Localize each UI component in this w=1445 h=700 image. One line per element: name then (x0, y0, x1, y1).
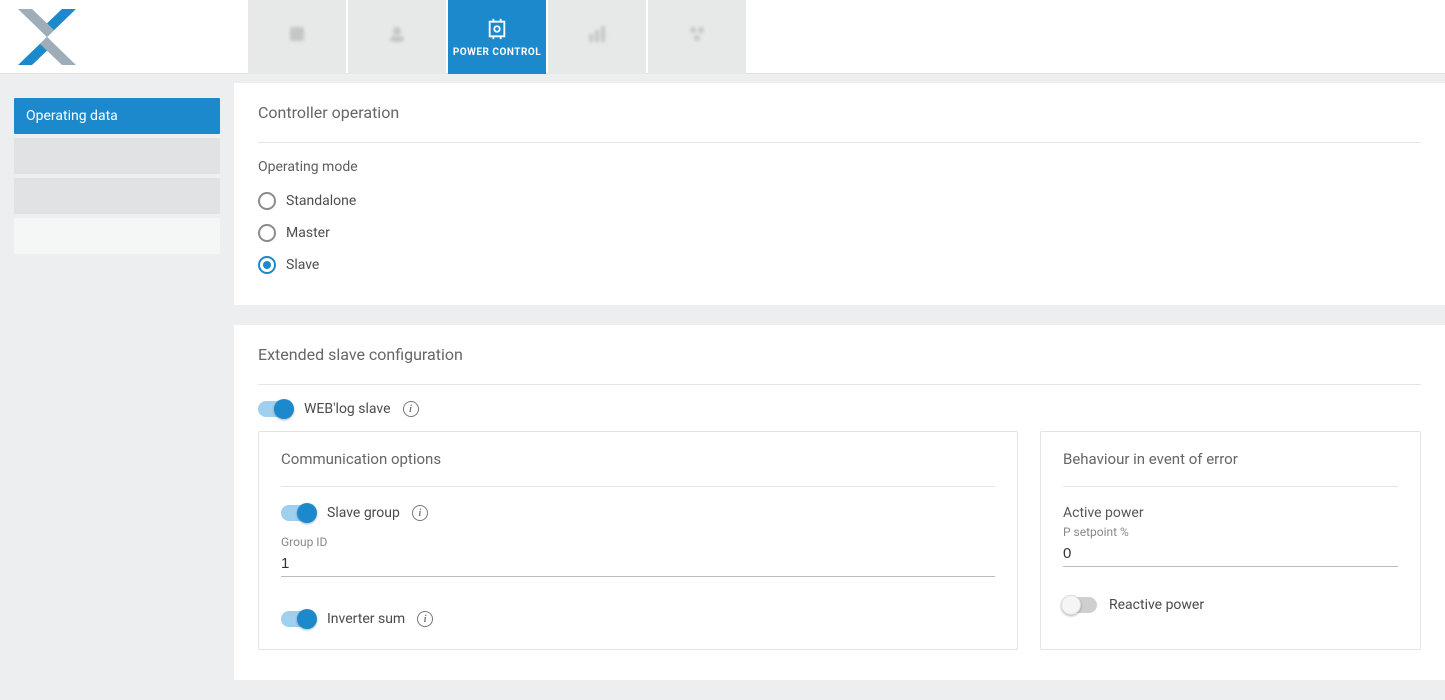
panel-title: Extended slave configuration (258, 345, 1421, 385)
p-setpoint-label: P setpoint % (1063, 525, 1398, 539)
radio-master[interactable]: Master (258, 217, 1421, 249)
sidebar-item-label: Operating data (26, 108, 118, 124)
card-title: Behaviour in event of error (1063, 450, 1398, 487)
radio-label: Slave (286, 257, 319, 273)
switch-weblog-slave[interactable] (258, 401, 292, 417)
panel-extended-slave-config: Extended slave configuration WEB'log sla… (234, 325, 1445, 680)
radio-standalone[interactable]: Standalone (258, 185, 1421, 217)
sidebar-item-3[interactable] (14, 218, 220, 254)
switch-label: Reactive power (1109, 597, 1204, 613)
sidebar: Operating data (0, 74, 234, 254)
panel-controller-operation: Controller operation Operating mode Stan… (234, 83, 1445, 305)
switch-reactive-power[interactable] (1063, 597, 1097, 613)
switch-reactive-power-row: Reactive power (1063, 597, 1398, 613)
logo-icon (12, 7, 82, 67)
tab-power-control-label: POWER CONTROL (453, 47, 541, 58)
switch-inverter-sum[interactable] (281, 611, 315, 627)
group-id-input[interactable] (281, 549, 995, 577)
info-icon[interactable]: i (412, 505, 428, 521)
panel-title: Controller operation (258, 103, 1421, 143)
switch-slave-group-row: Slave group i (281, 505, 995, 521)
operating-mode-label: Operating mode (258, 159, 1421, 175)
radio-label: Master (286, 225, 330, 241)
top-tabs: POWER CONTROL (248, 0, 746, 73)
content-area: Controller operation Operating mode Stan… (234, 74, 1445, 700)
radio-label: Standalone (286, 193, 356, 209)
logo-wrap (0, 0, 248, 73)
radio-icon (258, 256, 276, 274)
p-setpoint-input[interactable] (1063, 539, 1398, 567)
switch-weblog-slave-row: WEB'log slave i (258, 401, 1421, 417)
active-power-heading: Active power (1063, 505, 1398, 521)
tab-1-icon (385, 22, 409, 46)
tab-3[interactable] (548, 0, 646, 74)
card-title: Communication options (281, 450, 995, 487)
topbar: POWER CONTROL (0, 0, 1445, 74)
power-control-icon (485, 17, 509, 41)
sidebar-item-1[interactable] (14, 138, 220, 174)
switch-inverter-sum-row: Inverter sum i (281, 611, 995, 627)
tab-4-icon (685, 22, 709, 46)
card-behaviour-error: Behaviour in event of error Active power… (1040, 431, 1421, 650)
sidebar-item-operating-data[interactable]: Operating data (14, 98, 220, 134)
card-communication-options: Communication options Slave group i Grou… (258, 431, 1018, 650)
switch-slave-group[interactable] (281, 505, 315, 521)
tab-0-icon (285, 22, 309, 46)
tab-4[interactable] (648, 0, 746, 74)
switch-label: Inverter sum (327, 611, 405, 627)
tab-3-icon (585, 22, 609, 46)
group-id-label: Group ID (281, 535, 995, 549)
radio-icon (258, 192, 276, 210)
tab-0[interactable] (248, 0, 346, 74)
radio-icon (258, 224, 276, 242)
info-icon[interactable]: i (403, 401, 419, 417)
radio-slave[interactable]: Slave (258, 249, 1421, 281)
tab-1[interactable] (348, 0, 446, 74)
switch-label: Slave group (327, 505, 400, 521)
sidebar-item-2[interactable] (14, 178, 220, 214)
tab-power-control[interactable]: POWER CONTROL (448, 0, 546, 74)
info-icon[interactable]: i (417, 611, 433, 627)
switch-label: WEB'log slave (304, 401, 391, 417)
